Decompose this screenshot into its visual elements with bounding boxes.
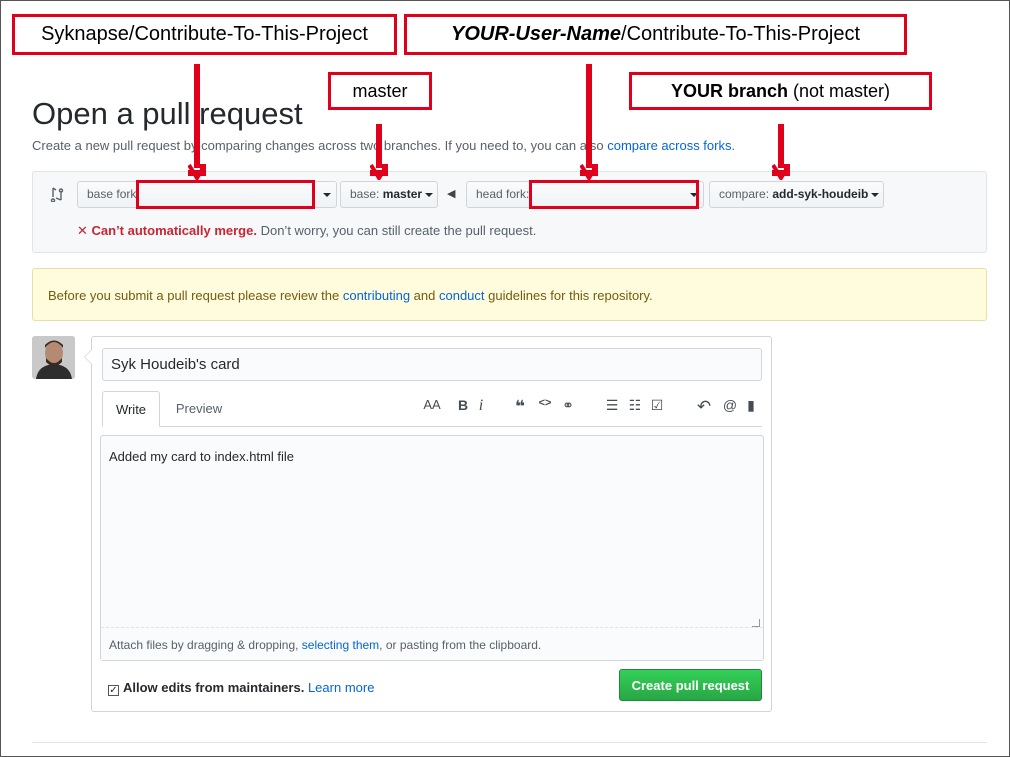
contributing-link[interactable]: contributing [343, 288, 410, 303]
pull-request-form: Write Preview AA B i ❝ <> ⚭ ☰ ☷ ☑ ↶ @ ▮ … [84, 336, 772, 712]
merge-status: ✕ Can’t automatically merge. Don’t worry… [77, 223, 536, 239]
bottom-divider [32, 742, 987, 743]
chevron-down-icon [425, 192, 434, 197]
base-branch-value: master [382, 187, 423, 201]
arrow-left-icon: ◀ [447, 188, 456, 200]
base-fork-highlight [136, 180, 315, 209]
page-subtitle: Create a new pull request by comparing c… [32, 138, 735, 153]
tab-preview[interactable]: Preview [168, 391, 230, 427]
pr-title-input[interactable] [102, 348, 762, 381]
allow-edits-option[interactable]: ✓ Allow edits from maintainers. Learn mor… [108, 680, 374, 696]
compare-branch-label: compare: [719, 187, 770, 201]
create-pull-request-button[interactable]: Create pull request [619, 669, 762, 701]
guidelines-flash: Before you submit a pull request please … [32, 268, 987, 321]
tab-write[interactable]: Write [102, 391, 160, 427]
head-repo-user: YOUR-User-Name [450, 23, 622, 45]
subtitle-text: Create a new pull request by comparing c… [32, 138, 608, 153]
conduct-link[interactable]: conduct [439, 288, 485, 303]
flash-text-3: guidelines for this repository. [484, 288, 653, 303]
attach-text-2: , or pasting from the clipboard. [379, 638, 542, 652]
task-list-icon[interactable]: ☑ [648, 397, 666, 414]
link-icon[interactable]: ⚭ [559, 397, 577, 414]
attach-files-bar[interactable]: Attach files by dragging & dropping, sel… [101, 627, 763, 660]
head-fork-highlight [529, 180, 699, 209]
head-fork-label: head fork: [476, 187, 530, 201]
page-title: Open a pull request [32, 96, 303, 131]
bold-icon[interactable]: B [454, 397, 472, 413]
italic-icon[interactable]: i [472, 397, 490, 415]
code-icon[interactable]: <> [536, 397, 554, 409]
flash-text-2: and [410, 288, 439, 303]
compare-branch-annotation: YOUR branch (not master) [629, 72, 932, 110]
compare-across-forks-link[interactable]: compare across forks [607, 138, 731, 153]
base-fork-label: base fork: [87, 187, 140, 201]
compare-branch-value: add-syk-houdeib [772, 187, 869, 201]
merge-status-text: Can’t automatically merge. [91, 223, 257, 238]
tab-divider [102, 426, 762, 427]
git-compare-icon [49, 186, 65, 203]
merge-hint-text: Don’t worry, you can still create the pu… [256, 223, 537, 238]
selecting-them-link[interactable]: selecting them [302, 638, 379, 652]
head-repo-rest: /Contribute-To-This-Project [621, 23, 861, 45]
allow-edits-label: Allow edits from maintainers. [123, 680, 305, 695]
reply-icon[interactable]: ↶ [695, 397, 713, 417]
attach-text-1: Attach files by dragging & dropping, [109, 638, 302, 652]
compare-branch-annotation-bold: YOUR branch [670, 81, 788, 101]
compare-branch-select[interactable]: compare: add-syk-houdeib [709, 181, 884, 208]
avatar[interactable] [32, 336, 75, 379]
base-repo-annotation: Syknapse/Contribute-To-This-Project [12, 14, 397, 55]
subtitle-end: . [731, 138, 736, 153]
bullet-list-icon[interactable]: ☰ [603, 397, 621, 414]
text-size-icon[interactable]: AA [420, 397, 444, 412]
numbered-list-icon[interactable]: ☷ [626, 397, 644, 414]
compare-branch-annotation-rest: (not master) [788, 81, 891, 101]
allow-edits-checkbox[interactable]: ✓ [108, 685, 119, 696]
base-branch-select[interactable]: base: master [340, 181, 438, 208]
chevron-down-icon [871, 192, 880, 197]
base-branch-annotation: master [328, 72, 432, 110]
flash-text-1: Before you submit a pull request please … [48, 288, 343, 303]
pr-body-text[interactable]: Added my card to index.html file [109, 449, 294, 464]
quote-icon[interactable]: ❝ [511, 397, 529, 417]
base-branch-label: base: [350, 187, 380, 201]
pr-body-textarea[interactable]: Added my card to index.html file Attach … [100, 435, 764, 661]
x-icon: ✕ [77, 223, 92, 238]
bookmark-icon[interactable]: ▮ [742, 397, 760, 414]
mention-icon[interactable]: @ [721, 397, 739, 413]
chevron-down-icon [323, 193, 331, 197]
head-repo-annotation: YOUR-User-Name/Contribute-To-This-Projec… [404, 14, 907, 55]
resize-handle-icon[interactable] [752, 619, 760, 627]
learn-more-link[interactable]: Learn more [308, 680, 374, 695]
